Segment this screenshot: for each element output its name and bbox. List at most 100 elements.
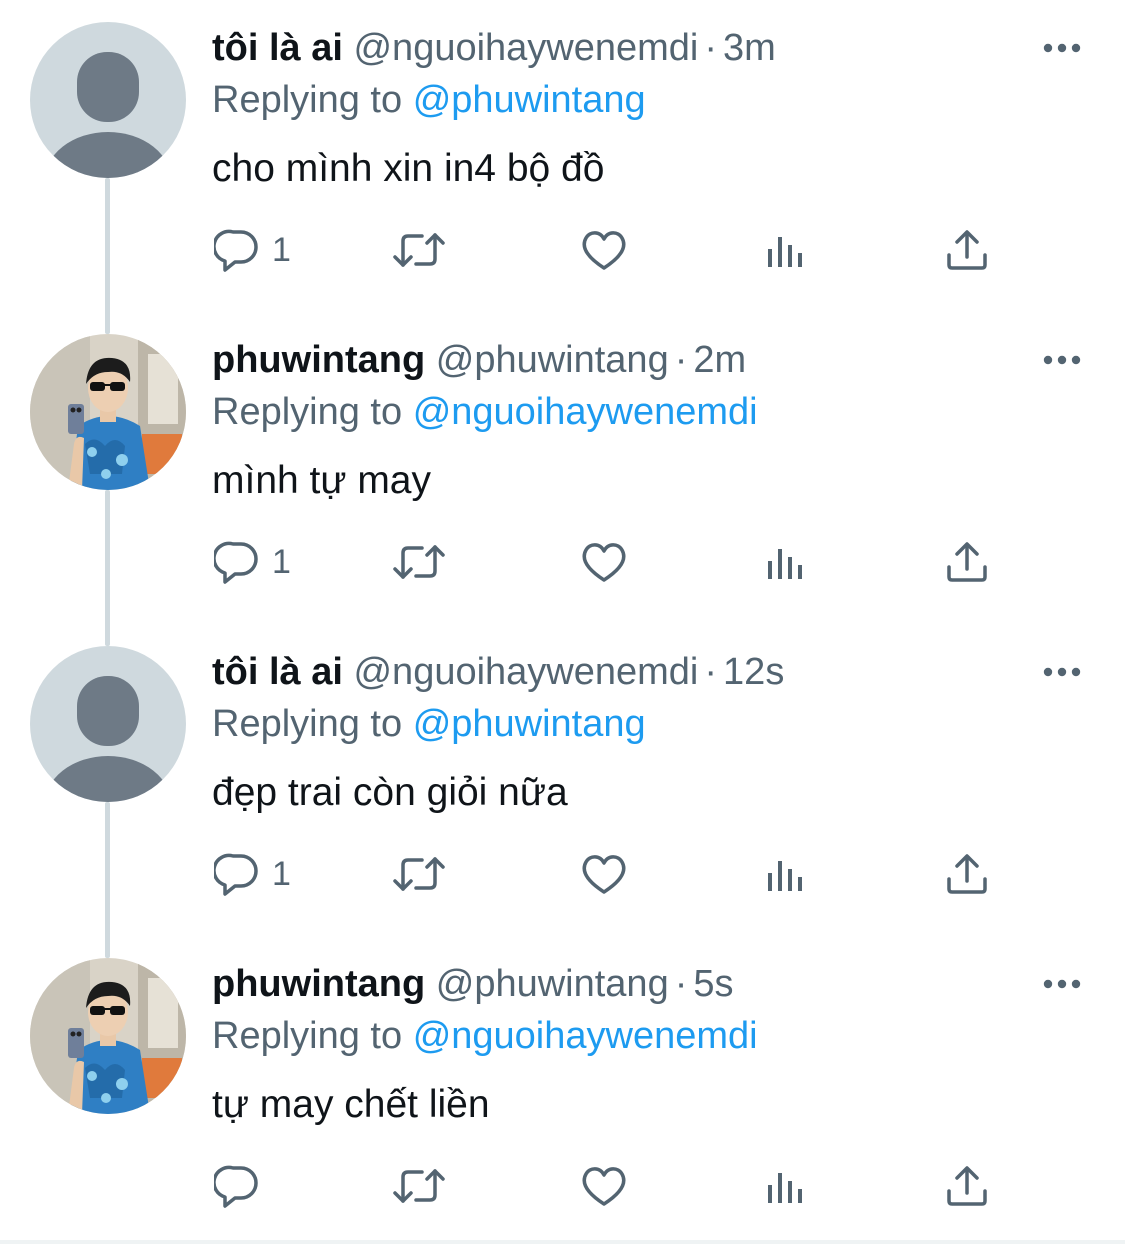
more-options-icon[interactable]	[1040, 966, 1084, 1002]
tweet[interactable]: phuwintang @phuwintang · 5s Replying to @n…	[0, 936, 1125, 1248]
tweet-header: tôi là ai @nguoihaywenemdi · 12s	[212, 646, 784, 698]
more-options-icon[interactable]	[1040, 30, 1084, 66]
views-icon	[768, 237, 802, 267]
replying-to-line: Replying to @nguoihaywenemdi	[212, 386, 758, 438]
tweet[interactable]: tôi là ai @nguoihaywenemdi · 3m Replying t…	[0, 0, 1125, 312]
replying-to-mention[interactable]: @phuwintang	[413, 703, 646, 745]
profile-photo	[30, 334, 186, 490]
retweet-button[interactable]	[392, 834, 446, 914]
replying-to-line: Replying to @phuwintang	[212, 74, 646, 126]
views-icon	[768, 861, 802, 891]
replying-to-mention[interactable]: @nguoihaywenemdi	[413, 391, 758, 433]
default-avatar-icon	[30, 646, 186, 802]
tweet-actions: 1	[0, 834, 1125, 914]
user-handle[interactable]: @phuwintang	[436, 339, 669, 381]
separator-dot: ·	[674, 339, 688, 381]
replying-to-mention[interactable]: @phuwintang	[413, 79, 646, 121]
avatar[interactable]	[30, 334, 186, 490]
like-button[interactable]	[580, 522, 628, 602]
like-button[interactable]	[580, 1146, 628, 1226]
reply-button[interactable]: 1	[214, 834, 291, 914]
tweet-actions: 1	[0, 210, 1125, 290]
tweet-header: phuwintang @phuwintang · 5s	[212, 958, 734, 1010]
tweet-text: tự may chết liền	[212, 1083, 490, 1126]
retweet-icon	[393, 233, 445, 267]
reply-count: 1	[272, 542, 291, 581]
tweet-actions	[0, 1146, 1125, 1226]
views-icon	[768, 549, 802, 579]
share-button[interactable]	[944, 522, 990, 602]
share-icon	[947, 854, 987, 894]
timestamp[interactable]: 2m	[693, 339, 746, 381]
share-icon	[947, 542, 987, 582]
reply-icon	[214, 229, 258, 272]
views-button[interactable]	[764, 834, 808, 914]
views-button[interactable]	[764, 210, 808, 290]
reply-count: 1	[272, 854, 291, 893]
more-options-icon[interactable]	[1040, 342, 1084, 378]
retweet-button[interactable]	[392, 522, 446, 602]
separator-dot: ·	[704, 651, 718, 693]
like-icon	[582, 1167, 626, 1206]
timestamp[interactable]: 12s	[723, 651, 784, 693]
share-icon	[947, 230, 987, 270]
views-icon	[768, 1173, 802, 1203]
share-button[interactable]	[944, 1146, 990, 1226]
timestamp[interactable]: 5s	[693, 963, 733, 1005]
replying-to-label: Replying to	[212, 703, 403, 745]
like-button[interactable]	[580, 834, 628, 914]
like-icon	[582, 855, 626, 894]
profile-photo	[30, 958, 186, 1114]
avatar[interactable]	[30, 958, 186, 1114]
replying-to-mention[interactable]: @nguoihaywenemdi	[413, 1015, 758, 1057]
timestamp[interactable]: 3m	[723, 27, 776, 69]
retweet-icon	[393, 545, 445, 579]
tweet[interactable]: phuwintang @phuwintang · 2m Replying to @n…	[0, 312, 1125, 624]
tweet-text: mình tự may	[212, 459, 431, 502]
reply-count: 1	[272, 230, 291, 269]
retweet-icon	[393, 1169, 445, 1203]
share-icon	[947, 1166, 987, 1206]
views-button[interactable]	[764, 522, 808, 602]
replying-to-line: Replying to @phuwintang	[212, 698, 646, 750]
bottom-divider	[0, 1240, 1125, 1244]
tweet-actions: 1	[0, 522, 1125, 602]
like-icon	[582, 231, 626, 270]
tweet-header: phuwintang @phuwintang · 2m	[212, 334, 746, 386]
replying-to-label: Replying to	[212, 391, 403, 433]
avatar[interactable]	[30, 646, 186, 802]
display-name[interactable]: phuwintang	[212, 339, 425, 381]
like-icon	[582, 543, 626, 582]
retweet-button[interactable]	[392, 1146, 446, 1226]
like-button[interactable]	[580, 210, 628, 290]
reply-icon	[214, 853, 258, 896]
separator-dot: ·	[674, 963, 688, 1005]
reply-thread: tôi là ai @nguoihaywenemdi · 3m Replying t…	[0, 0, 1125, 1244]
display-name[interactable]: phuwintang	[212, 963, 425, 1005]
avatar[interactable]	[30, 22, 186, 178]
tweet-text: cho mình xin in4 bộ đồ	[212, 147, 605, 190]
replying-to-line: Replying to @nguoihaywenemdi	[212, 1010, 758, 1062]
share-button[interactable]	[944, 210, 990, 290]
display-name[interactable]: tôi là ai	[212, 651, 343, 693]
retweet-button[interactable]	[392, 210, 446, 290]
replying-to-label: Replying to	[212, 79, 403, 121]
display-name[interactable]: tôi là ai	[212, 27, 343, 69]
user-handle[interactable]: @nguoihaywenemdi	[353, 27, 698, 69]
user-handle[interactable]: @phuwintang	[436, 963, 669, 1005]
retweet-icon	[393, 857, 445, 891]
separator-dot: ·	[704, 27, 718, 69]
default-avatar-icon	[30, 22, 186, 178]
tweet[interactable]: tôi là ai @nguoihaywenemdi · 12s Replying …	[0, 624, 1125, 936]
more-options-icon[interactable]	[1040, 654, 1084, 690]
tweet-header: tôi là ai @nguoihaywenemdi · 3m	[212, 22, 776, 74]
user-handle[interactable]: @nguoihaywenemdi	[353, 651, 698, 693]
reply-icon	[214, 1165, 258, 1208]
share-button[interactable]	[944, 834, 990, 914]
tweet-text: đẹp trai còn giỏi nữa	[212, 771, 568, 814]
reply-button[interactable]	[214, 1146, 272, 1226]
reply-button[interactable]: 1	[214, 210, 291, 290]
views-button[interactable]	[764, 1146, 808, 1226]
reply-icon	[214, 541, 258, 584]
reply-button[interactable]: 1	[214, 522, 291, 602]
